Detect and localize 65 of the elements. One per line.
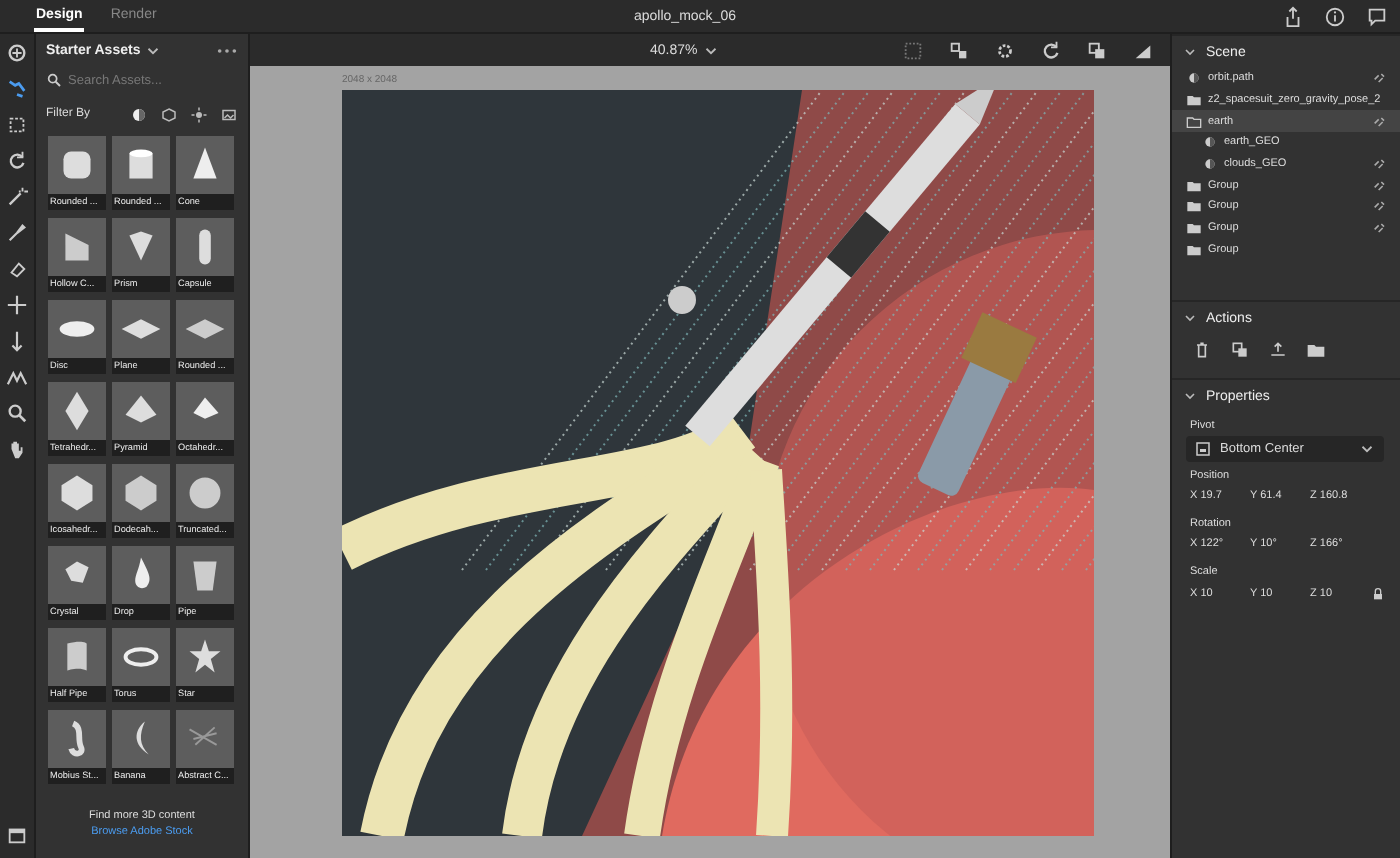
- align-icon[interactable]: [948, 39, 970, 61]
- rotate-icon[interactable]: [6, 150, 28, 172]
- shape-thumbnail: [48, 628, 106, 686]
- shape-thumbnail: [112, 710, 170, 768]
- shape-thumbnail: [176, 546, 234, 604]
- image-filter-icon[interactable]: [220, 105, 238, 123]
- add-icon[interactable]: [6, 42, 28, 64]
- lock-icon[interactable]: [1370, 586, 1386, 603]
- search-icon: [46, 72, 62, 88]
- shape-thumbnail: [112, 300, 170, 358]
- shape-thumbnail: [48, 710, 106, 768]
- panel-icon[interactable]: [6, 824, 28, 846]
- material-filter-icon[interactable]: [130, 105, 148, 123]
- shape-thumbnail: [112, 628, 170, 686]
- chain-icon[interactable]: [1372, 177, 1388, 194]
- shape-thumbnail: [112, 546, 170, 604]
- comment-icon[interactable]: [1366, 5, 1388, 27]
- help-icon[interactable]: [1324, 5, 1346, 27]
- light-filter-icon[interactable]: [190, 105, 208, 123]
- chevron-icon[interactable]: [1182, 388, 1198, 405]
- shape-thumbnail: [176, 710, 234, 768]
- folder-icon[interactable]: [1306, 340, 1326, 361]
- shape-thumbnail: [48, 546, 106, 604]
- shape-thumbnail: [112, 136, 170, 194]
- shape-thumbnail: [48, 218, 106, 276]
- chain-icon[interactable]: [1372, 70, 1388, 87]
- eraser-icon[interactable]: [6, 258, 28, 280]
- chain-icon[interactable]: [1372, 198, 1388, 215]
- chain-icon[interactable]: [1372, 156, 1388, 173]
- shape-thumbnail: [112, 382, 170, 440]
- object-icon: [1202, 134, 1218, 151]
- chain-icon[interactable]: [1372, 220, 1388, 237]
- chevron-icon[interactable]: [1182, 310, 1198, 327]
- path-icon[interactable]: [6, 366, 28, 388]
- shape-thumbnail: [112, 464, 170, 522]
- object-icon: [1186, 70, 1202, 87]
- shape-thumbnail: [176, 136, 234, 194]
- shape-thumbnail: [48, 464, 106, 522]
- delete-icon[interactable]: [1192, 340, 1212, 361]
- move-icon[interactable]: [6, 294, 28, 316]
- shape-thumbnail: [48, 300, 106, 358]
- shape-thumbnail: [176, 382, 234, 440]
- duplicate-icon[interactable]: [1086, 39, 1108, 61]
- object-icon: [1202, 156, 1218, 173]
- duplicate-icon[interactable]: [1230, 340, 1250, 361]
- frame-icon[interactable]: [902, 39, 924, 61]
- shape-thumbnail: [48, 136, 106, 194]
- shape-thumbnail: [176, 218, 234, 276]
- chevron-icon[interactable]: [1182, 44, 1198, 60]
- zoom-icon[interactable]: [6, 402, 28, 424]
- shape-thumbnail: [176, 300, 234, 358]
- chain-icon[interactable]: [1372, 113, 1388, 130]
- hand-icon[interactable]: [6, 438, 28, 460]
- wand-icon[interactable]: [6, 186, 28, 208]
- marquee-icon[interactable]: [6, 114, 28, 136]
- shape-thumbnail: [176, 464, 234, 522]
- orbit-icon[interactable]: [1040, 39, 1062, 61]
- shape-thumbnail: [48, 382, 106, 440]
- model-filter-icon[interactable]: [160, 105, 178, 123]
- brush-icon[interactable]: [6, 222, 28, 244]
- shape-thumbnail: [112, 218, 170, 276]
- pivot-icon: [1194, 440, 1212, 459]
- export-icon[interactable]: [1268, 340, 1288, 361]
- shape-thumbnail: [176, 628, 234, 686]
- share-icon[interactable]: [1282, 5, 1304, 27]
